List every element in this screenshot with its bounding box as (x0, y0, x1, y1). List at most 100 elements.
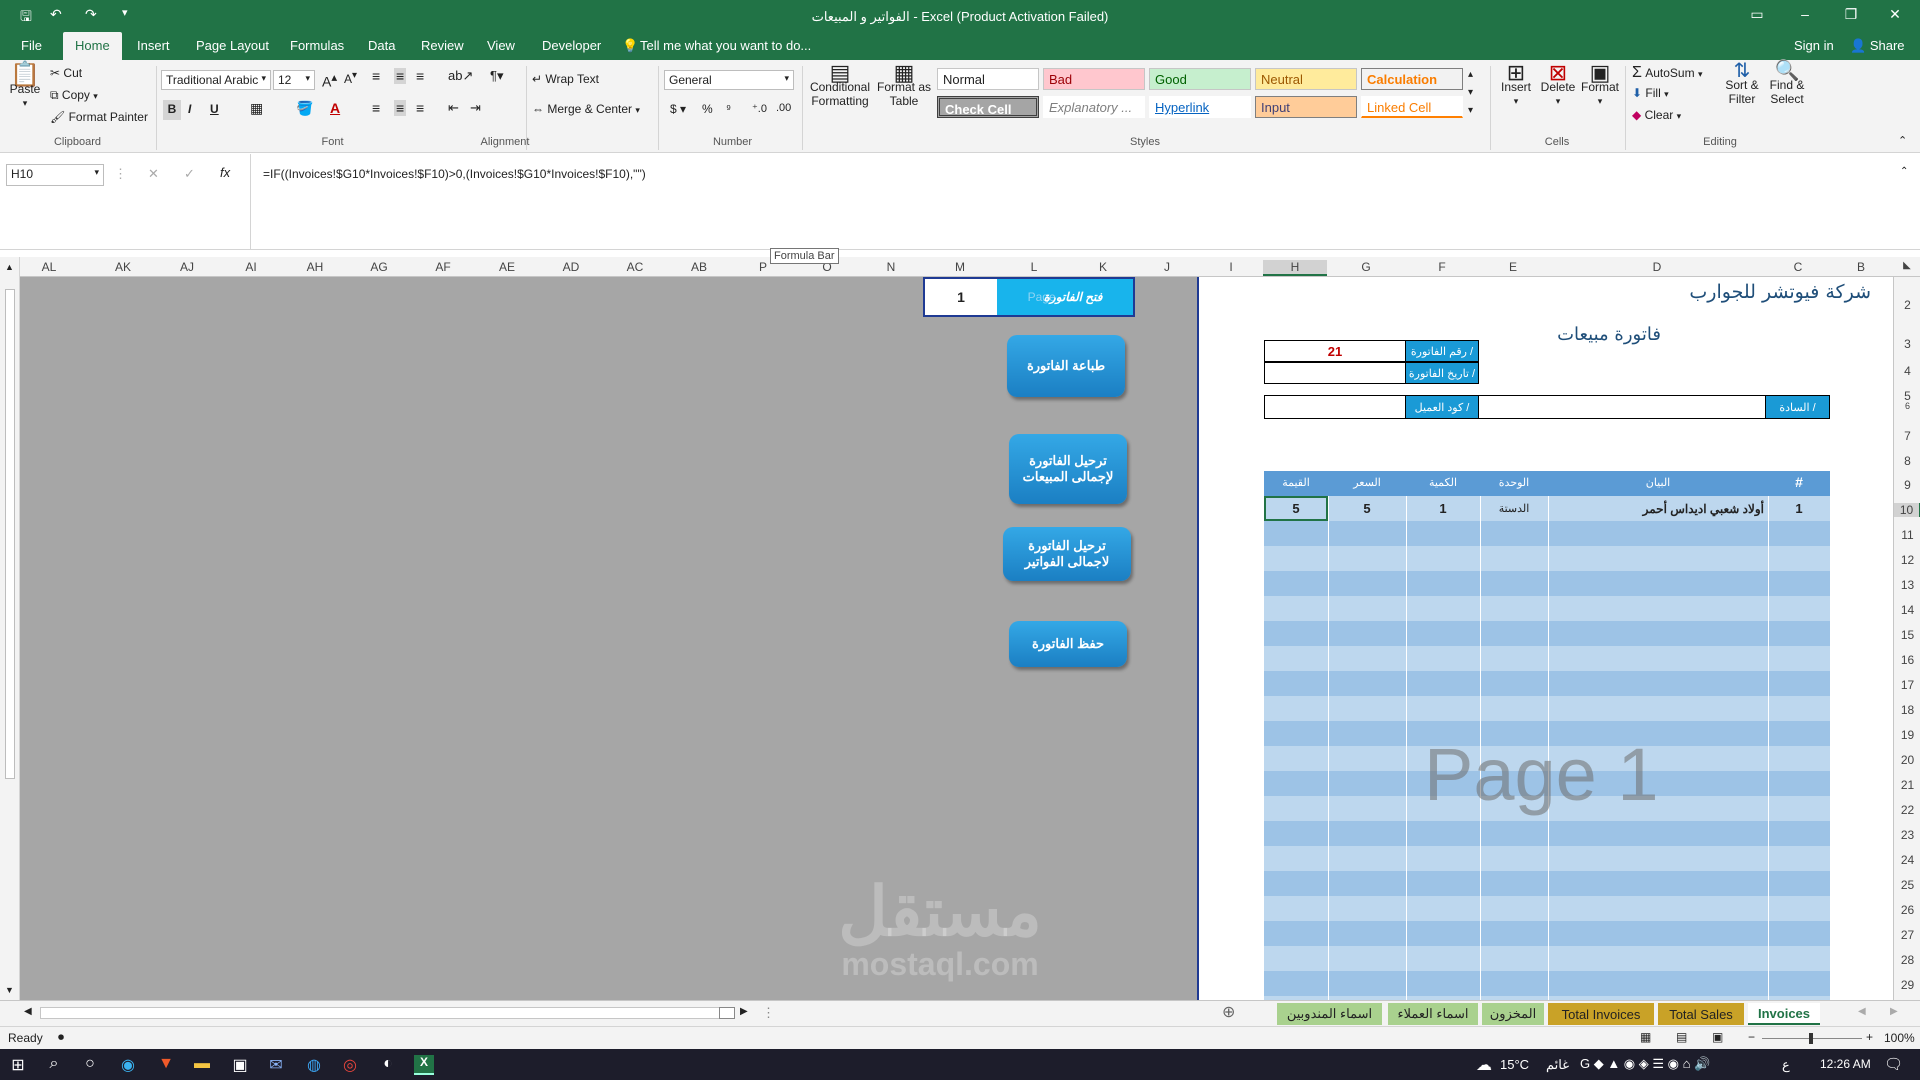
row-24[interactable]: 24 (1894, 853, 1920, 867)
col-AD[interactable]: AD (539, 260, 603, 274)
zoom-thumb[interactable] (1809, 1033, 1813, 1044)
tray-icons[interactable]: G ◆ ▲ ◉ ◈ ☰ ◉ ⌂ 🔊 (1580, 1056, 1710, 1072)
zoom-out-icon[interactable]: − (1748, 1030, 1755, 1044)
row-28[interactable]: 28 (1894, 953, 1920, 967)
find-select-button[interactable]: 🔍 Find & Select (1764, 61, 1810, 106)
horizontal-scrollbar[interactable] (40, 1007, 735, 1019)
tab-insert[interactable]: Insert (137, 38, 170, 53)
font-name-select[interactable]: Traditional Arabic ▾ (161, 70, 271, 90)
post-to-sales-button[interactable]: ترحيل الفاتورة لإجمالى المبيعات (1009, 434, 1127, 504)
tab-data[interactable]: Data (368, 38, 395, 53)
sheet-tab-customers[interactable]: اسماء العملاء (1388, 1003, 1478, 1025)
invoice-number-value[interactable]: 21 (1264, 340, 1406, 362)
sheet-tab-inventory[interactable]: المخزون (1482, 1003, 1544, 1025)
language-indicator[interactable]: ع (1782, 1057, 1790, 1073)
customer-code-value[interactable] (1264, 395, 1406, 419)
open-invoice-button[interactable]: Page فتح الفاتورة (997, 279, 1133, 315)
font-size-select[interactable]: 12 ▾ (273, 70, 315, 90)
tab-view[interactable]: View (487, 38, 515, 53)
bold-button[interactable]: B (163, 100, 181, 120)
task-view-icon[interactable]: ○ (80, 1055, 100, 1075)
number-format-select[interactable]: General ▾ (664, 70, 794, 90)
col-F[interactable]: F (1405, 260, 1479, 274)
paste-button[interactable]: 📋 Paste ▾ (8, 63, 42, 110)
row-20[interactable]: 20 (1894, 753, 1920, 767)
ribbon-display-icon[interactable]: ▭ (1742, 6, 1772, 23)
shrink-font-icon[interactable]: A▾ (344, 70, 357, 86)
cut-button[interactable]: ✂ Cut (50, 66, 82, 80)
styles-scroll-icon[interactable]: ▴ ▾ ▾ (1468, 66, 1473, 120)
sheet-tab-total-invoices[interactable]: Total Invoices (1548, 1003, 1654, 1025)
tab-home[interactable]: Home (63, 32, 122, 60)
col-I[interactable]: I (1199, 260, 1263, 274)
delete-cells-button[interactable]: ⊠ Delete ▾ (1538, 62, 1578, 108)
row-4[interactable]: 4 (1894, 364, 1920, 378)
accounting-icon[interactable]: $ ▾ (670, 102, 686, 116)
scroll-thumb[interactable] (5, 289, 15, 779)
insert-function-icon[interactable]: fx (220, 165, 230, 180)
cell-qty[interactable]: 1 (1406, 496, 1480, 521)
decrease-decimal-icon[interactable]: .00 (776, 102, 791, 114)
steam-icon[interactable]: ◐ (378, 1055, 398, 1075)
cell-price[interactable]: 5 (1328, 496, 1406, 521)
col-AB[interactable]: AB (667, 260, 731, 274)
minimize-icon[interactable]: – (1790, 6, 1820, 22)
font-color-icon[interactable]: A (330, 100, 340, 116)
copy-button[interactable]: ⧉ Copy ▾ (50, 88, 98, 103)
cell-value[interactable]: 5 (1264, 496, 1328, 521)
row-26[interactable]: 26 (1894, 903, 1920, 917)
sheet-tab-invoices[interactable]: Invoices (1748, 1003, 1820, 1025)
zoom-in-icon[interactable]: + (1866, 1030, 1873, 1044)
col-E[interactable]: E (1479, 260, 1547, 274)
italic-button[interactable]: I (188, 102, 191, 116)
restore-icon[interactable]: ❐ (1836, 6, 1866, 23)
share-button[interactable]: 👤 Share (1850, 38, 1905, 54)
row-11[interactable]: 11 (1894, 528, 1920, 542)
style-good[interactable]: Good (1149, 68, 1251, 90)
align-center-icon[interactable]: ≡ (394, 100, 407, 116)
col-AJ[interactable]: AJ (155, 260, 219, 274)
clock[interactable]: 12:26 AM (1820, 1057, 1871, 1071)
scroll-right-icon[interactable]: ▶ (740, 1006, 748, 1017)
expand-formula-bar-icon[interactable]: ⌃ (1900, 166, 1908, 177)
page-layout-view-icon[interactable]: ▤ (1676, 1030, 1687, 1044)
excel-taskbar-icon[interactable]: X (414, 1055, 434, 1075)
name-box[interactable]: H10 ▾ (6, 164, 104, 186)
enter-icon[interactable]: ✓ (184, 166, 195, 182)
scroll-down-icon[interactable]: ▼ (5, 985, 14, 995)
tab-formulas[interactable]: Formulas (290, 38, 344, 53)
col-AK[interactable]: AK (91, 260, 155, 274)
prev-sheet-icon[interactable]: ◀ (1858, 1006, 1866, 1017)
format-cells-button[interactable]: ▣ Format ▾ (1580, 62, 1620, 108)
increase-indent-icon[interactable]: ⇥ (470, 100, 481, 116)
row-21[interactable]: 21 (1894, 778, 1920, 792)
underline-button[interactable]: U (210, 102, 219, 116)
insert-cells-button[interactable]: ⊞ Insert ▾ (1496, 62, 1536, 108)
zoom-slider[interactable] (1762, 1033, 1862, 1044)
row-25[interactable]: 25 (1894, 878, 1920, 892)
col-AE[interactable]: AE (475, 260, 539, 274)
col-N[interactable]: N (859, 260, 923, 274)
row-3[interactable]: 3 (1894, 337, 1920, 351)
row-19[interactable]: 19 (1894, 728, 1920, 742)
comma-icon[interactable]: ⁹ (726, 102, 731, 116)
row-8[interactable]: 8 (1894, 454, 1920, 468)
borders-icon[interactable]: ▦ (250, 100, 263, 117)
windows-start-icon[interactable]: ⊞ (8, 1055, 28, 1075)
post-to-invoices-button[interactable]: ترحيل الفاتورة لاجمالى الفواتير (1003, 527, 1131, 581)
formula-input[interactable]: =IF((Invoices!$G10*Invoices!$F10)>0,(Inv… (250, 154, 1916, 250)
next-sheet-icon[interactable]: ▶ (1890, 1006, 1898, 1017)
conditional-formatting-button[interactable]: ▤ Conditional Formatting (806, 62, 874, 109)
col-J[interactable]: J (1135, 260, 1199, 274)
sheet-tab-total-sales[interactable]: Total Sales (1658, 1003, 1744, 1025)
percent-icon[interactable]: % (702, 102, 713, 116)
text-direction-icon[interactable]: ¶▾ (490, 68, 504, 84)
top-align-icon[interactable]: ≡ (372, 68, 380, 84)
clear-button[interactable]: ◆ Clear ▾ (1632, 108, 1681, 122)
col-AH[interactable]: AH (283, 260, 347, 274)
col-AF[interactable]: AF (411, 260, 475, 274)
row-17[interactable]: 17 (1894, 678, 1920, 692)
row-13[interactable]: 13 (1894, 578, 1920, 592)
scroll-up-icon[interactable]: ▲ (5, 262, 14, 272)
row-18[interactable]: 18 (1894, 703, 1920, 717)
